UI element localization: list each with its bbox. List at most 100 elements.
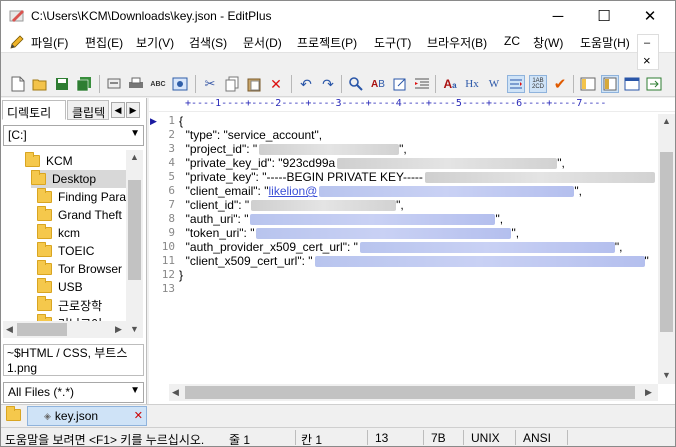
replace-icon[interactable]: AB [369,75,387,93]
close-button[interactable]: ✕ [627,1,673,31]
tab-scroll-right-button[interactable]: ▶ [126,102,140,118]
code-line[interactable]: "private_key": "-----BEGIN PRIVATE KEY--… [179,170,659,184]
code-line[interactable]: "client_x509_cert_url": " " [179,254,659,268]
fullscreen-icon[interactable] [645,75,663,93]
scrollbar-thumb[interactable] [660,152,673,332]
code-line[interactable]: "auth_uri": " ", [179,212,659,226]
folder-icon[interactable] [6,406,21,421]
editor-vertical-scrollbar[interactable]: ▲ ▼ [658,114,675,384]
scroll-left-icon[interactable]: ◀ [172,387,179,398]
scroll-up-icon[interactable]: ▲ [662,116,671,126]
menu-tools[interactable]: 도구(T) [374,34,411,51]
column-icon[interactable]: 1AB 2CD [529,75,547,93]
redacted-value [337,158,558,170]
tab-directory[interactable]: 디렉토리 [2,100,66,120]
directory-window-icon[interactable] [579,75,597,93]
tree-node[interactable]: TOEIC [37,242,94,260]
menu-project[interactable]: 프로젝트(P) [297,34,357,51]
cut-icon[interactable]: ✂ [201,75,219,93]
menu-zc[interactable]: ZC [504,34,520,48]
save-icon[interactable] [53,75,71,93]
menu-edit[interactable]: 편집(E) [85,34,123,51]
tab-scroll-left-button[interactable]: ◀ [111,102,125,118]
scrollbar-thumb[interactable] [185,386,635,399]
editor-horizontal-scrollbar[interactable]: ◀ ▶ [169,384,658,401]
wrap-icon[interactable] [507,75,525,93]
editor-pane[interactable]: +----1----+----2----+----3----+----4----… [149,98,675,404]
paste-icon[interactable] [245,75,263,93]
scrollbar-thumb[interactable] [17,323,67,336]
goto-icon[interactable] [391,75,409,93]
delete-icon[interactable]: ✕ [267,75,285,93]
scroll-down-icon[interactable]: ▼ [662,370,671,380]
menu-browser[interactable]: 브라우저(B) [427,34,487,51]
code-line[interactable]: "token_uri": " ", [179,226,659,240]
menu-window[interactable]: 창(W) [533,34,563,51]
code-line[interactable]: } [179,268,659,282]
tree-node[interactable]: Finding Para [37,188,126,206]
minimize-button[interactable]: ─ [535,1,581,31]
check-icon[interactable]: ✔ [551,75,569,93]
code-line[interactable]: "client_id": " ", [179,198,659,212]
scroll-down-icon[interactable]: ▼ [130,324,139,334]
spell-check-icon[interactable]: ABC [149,75,167,93]
output-window-icon[interactable] [601,75,619,93]
cliptext-icon[interactable] [623,75,641,93]
code-line[interactable]: { [179,114,659,128]
title-bar[interactable]: C:\Users\KCM\Downloads\key.json - EditPl… [1,1,675,31]
mdi-minimize-button[interactable]: – [644,37,650,49]
code-line[interactable] [179,282,659,296]
tree-node[interactable]: kcm [37,224,80,242]
tree-node[interactable]: KCM [25,152,73,170]
font-icon[interactable]: Aa [441,75,459,93]
file-list[interactable]: ~$HTML / CSS, 부트스 1.png [3,344,144,376]
tree-node[interactable]: Grand Theft [37,206,122,224]
file-list-item[interactable]: ~$HTML / CSS, 부트스 [7,346,140,361]
tree-node[interactable]: Tor Browser [37,260,122,278]
print-icon[interactable] [127,75,145,93]
document-tab-key-json[interactable]: ◈ key.json ✕ [27,406,147,426]
close-icon[interactable]: ✕ [134,409,143,422]
tree-vertical-scrollbar[interactable]: ▲ ▼ [126,150,143,338]
hx-icon[interactable]: Hx [463,75,481,93]
drive-select[interactable]: [C:] ▼ [3,125,144,146]
tree-node[interactable]: 근로장학 [37,296,102,314]
code-line[interactable]: "private_key_id": "923cd99a ", [179,156,659,170]
find-icon[interactable] [347,75,365,93]
maximize-button[interactable]: ☐ [581,1,627,31]
menu-search[interactable]: 검색(S) [189,34,227,51]
word-wrap-icon[interactable]: W [485,75,503,93]
tree-node-selected[interactable]: Desktop [31,170,127,188]
undo-icon[interactable]: ↶ [297,75,315,93]
print-preview-icon[interactable] [105,75,123,93]
code-line[interactable]: "client_email": "likelion@ ", [179,184,659,198]
tree-horizontal-scrollbar[interactable]: ◀ ▶ [3,321,126,338]
save-all-icon[interactable] [75,75,93,93]
file-filter-select[interactable]: All Files (*.*) ▼ [3,382,144,403]
tree-node[interactable]: USB [37,278,83,296]
menu-file[interactable]: 파일(F) [31,34,68,51]
redo-icon[interactable]: ↷ [319,75,337,93]
tab-cliptext[interactable]: 클립텍 [67,100,109,120]
scrollbar-thumb[interactable] [128,180,141,280]
scroll-right-icon[interactable]: ▶ [115,324,122,335]
mdi-close-button[interactable]: × [643,53,651,68]
file-list-item[interactable]: 1.png [7,361,140,375]
scroll-left-icon[interactable]: ◀ [6,324,13,335]
menu-view[interactable]: 보기(V) [136,34,174,51]
menu-document[interactable]: 문서(D) [243,34,282,51]
copy-icon[interactable] [223,75,241,93]
code-line[interactable]: "type": "service_account", [179,128,659,142]
code-line[interactable]: "auth_provider_x509_cert_url": " ", [179,240,659,254]
scroll-right-icon[interactable]: ▶ [645,387,652,398]
open-folder-icon[interactable] [31,75,49,93]
new-file-icon[interactable] [9,75,27,93]
browser-icon[interactable] [171,75,189,93]
scroll-up-icon[interactable]: ▲ [130,152,139,162]
directory-tree[interactable]: KCM Desktop Finding Para Grand Theft kcm… [3,150,144,338]
code-line[interactable]: "project_id": " ", [179,142,659,156]
menu-help[interactable]: 도움말(H) [580,34,630,51]
email-link[interactable]: likelion@ [268,184,317,198]
code-area[interactable]: { "type": "service_account", "project_id… [179,114,659,384]
indent-icon[interactable] [413,75,431,93]
